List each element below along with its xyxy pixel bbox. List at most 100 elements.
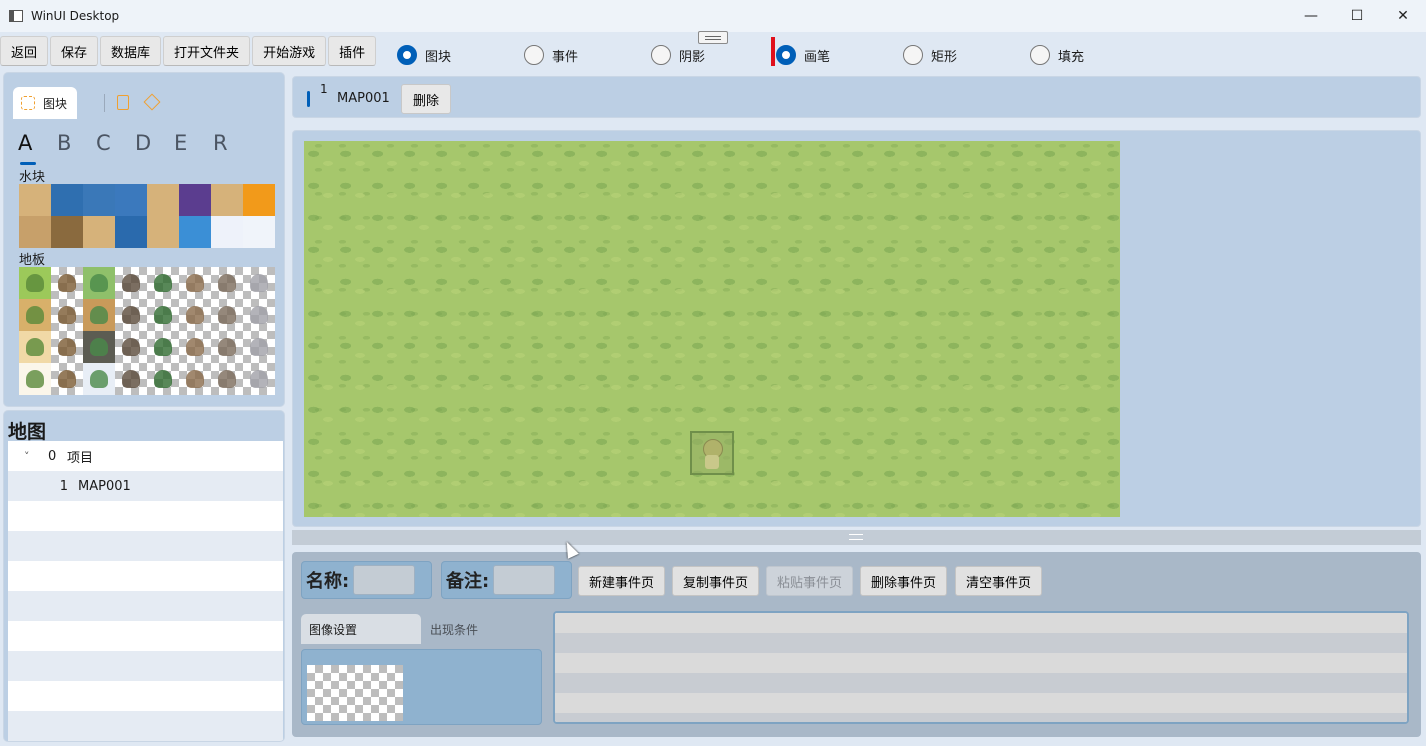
- map-tab-name[interactable]: MAP001: [337, 91, 390, 106]
- tile-swatch[interactable]: [243, 299, 275, 331]
- radio-tile-layer[interactable]: 图块: [397, 44, 451, 66]
- tile-swatch[interactable]: [19, 331, 51, 363]
- tile-swatch[interactable]: [19, 216, 51, 248]
- list-item: [8, 651, 283, 681]
- tile-swatch[interactable]: [83, 216, 115, 248]
- tile-swatch[interactable]: [83, 363, 115, 395]
- tile-swatch[interactable]: [147, 363, 179, 395]
- radio-rect-tool[interactable]: 矩形: [903, 44, 957, 66]
- tab-tileset-a[interactable]: A: [18, 131, 57, 165]
- tile-swatch[interactable]: [19, 299, 51, 331]
- tile-swatch[interactable]: [211, 331, 243, 363]
- tile-swatch[interactable]: [243, 267, 275, 299]
- tile-swatch[interactable]: [19, 184, 51, 216]
- tile-swatch[interactable]: [51, 331, 83, 363]
- tile-swatch[interactable]: [83, 267, 115, 299]
- event-page-list[interactable]: [553, 611, 1409, 724]
- chevron-down-icon[interactable]: ˅: [8, 450, 34, 463]
- tile-swatch[interactable]: [179, 267, 211, 299]
- tile-swatch[interactable]: [147, 331, 179, 363]
- radio-pen-tool[interactable]: 画笔: [776, 44, 830, 66]
- list-item: [8, 711, 283, 741]
- radio-shadow-layer[interactable]: 阴影: [651, 44, 705, 66]
- close-button[interactable]: ✕: [1380, 0, 1426, 32]
- tile-swatch[interactable]: [243, 184, 275, 216]
- delete-event-page-button[interactable]: 删除事件页: [860, 566, 948, 596]
- tile-swatch[interactable]: [83, 184, 115, 216]
- panel-splitter[interactable]: [292, 530, 1421, 545]
- tile-swatch[interactable]: [83, 299, 115, 331]
- list-item: [555, 653, 1407, 673]
- back-button[interactable]: 返回: [0, 36, 49, 66]
- tab-tileset-c[interactable]: C: [96, 131, 135, 155]
- tile-swatch[interactable]: [211, 363, 243, 395]
- map-canvas[interactable]: [304, 141, 1120, 517]
- tile-sprite-icon: [218, 274, 236, 292]
- tile-swatch[interactable]: [115, 363, 147, 395]
- radio-fill-tool[interactable]: 填充: [1030, 44, 1084, 66]
- tile-swatch[interactable]: [211, 299, 243, 331]
- open-folder-button[interactable]: 打开文件夹: [163, 36, 251, 66]
- tab-tileset-d[interactable]: D: [135, 131, 174, 155]
- paste-event-page-button[interactable]: 粘贴事件页: [766, 566, 854, 596]
- tile-swatch[interactable]: [115, 184, 147, 216]
- tile-swatch[interactable]: [179, 216, 211, 248]
- tile-swatch[interactable]: [51, 363, 83, 395]
- tile-swatch[interactable]: [51, 267, 83, 299]
- event-image-preview[interactable]: [307, 665, 403, 721]
- plugins-button[interactable]: 插件: [328, 36, 377, 66]
- tile-swatch[interactable]: [179, 363, 211, 395]
- toolbar-drag-handle[interactable]: [698, 31, 728, 44]
- tab-appear-conditions[interactable]: 出现条件: [422, 614, 542, 644]
- tile-swatch[interactable]: [115, 216, 147, 248]
- tile-swatch[interactable]: [51, 216, 83, 248]
- tile-swatch[interactable]: [243, 216, 275, 248]
- tree-item-map001[interactable]: 1 MAP001: [8, 471, 283, 501]
- tab-tileset-e[interactable]: E: [174, 131, 213, 155]
- copy-event-page-button[interactable]: 复制事件页: [672, 566, 760, 596]
- tile-swatch[interactable]: [19, 267, 51, 299]
- tile-swatch[interactable]: [115, 331, 147, 363]
- tile-swatch[interactable]: [115, 299, 147, 331]
- tab-image-settings[interactable]: 图像设置: [301, 614, 421, 644]
- tile-swatch[interactable]: [51, 299, 83, 331]
- name-input[interactable]: [353, 565, 416, 595]
- tile-sprite-icon: [186, 306, 204, 324]
- new-event-page-button[interactable]: 新建事件页: [578, 566, 666, 596]
- tile-sprite-icon: [154, 306, 172, 324]
- tile-swatch[interactable]: [147, 299, 179, 331]
- diamond-icon[interactable]: [143, 93, 161, 111]
- delete-map-button[interactable]: 删除: [401, 84, 451, 114]
- tile-swatch[interactable]: [147, 216, 179, 248]
- tile-swatch[interactable]: [179, 184, 211, 216]
- tile-swatch[interactable]: [211, 216, 243, 248]
- start-game-button[interactable]: 开始游戏: [252, 36, 327, 66]
- tile-swatch[interactable]: [19, 363, 51, 395]
- tile-swatch[interactable]: [83, 331, 115, 363]
- tile-swatch[interactable]: [243, 363, 275, 395]
- maximize-button[interactable]: ☐: [1334, 0, 1380, 32]
- list-item: [555, 613, 1407, 633]
- tree-item-project[interactable]: ˅ 0 项目: [8, 441, 283, 471]
- tile-swatch[interactable]: [243, 331, 275, 363]
- tile-swatch[interactable]: [147, 267, 179, 299]
- radio-event-layer[interactable]: 事件: [524, 44, 578, 66]
- tab-tileset-b[interactable]: B: [57, 131, 96, 155]
- tile-swatch[interactable]: [179, 299, 211, 331]
- tile-swatch[interactable]: [211, 184, 243, 216]
- tile-swatch[interactable]: [211, 267, 243, 299]
- document-icon[interactable]: [117, 95, 129, 110]
- tile-swatch[interactable]: [115, 267, 147, 299]
- tab-tileset-r[interactable]: R: [213, 131, 252, 155]
- save-button[interactable]: 保存: [50, 36, 99, 66]
- clear-event-page-button[interactable]: 清空事件页: [955, 566, 1043, 596]
- tile-swatch[interactable]: [147, 184, 179, 216]
- event-marker[interactable]: [690, 431, 734, 475]
- minimize-button[interactable]: —: [1288, 0, 1334, 32]
- note-input[interactable]: [493, 565, 556, 595]
- tile-swatch[interactable]: [179, 331, 211, 363]
- tile-swatch[interactable]: [51, 184, 83, 216]
- active-tab-indicator: [307, 91, 310, 107]
- database-button[interactable]: 数据库: [100, 36, 162, 66]
- tab-tiles[interactable]: 图块: [13, 87, 77, 119]
